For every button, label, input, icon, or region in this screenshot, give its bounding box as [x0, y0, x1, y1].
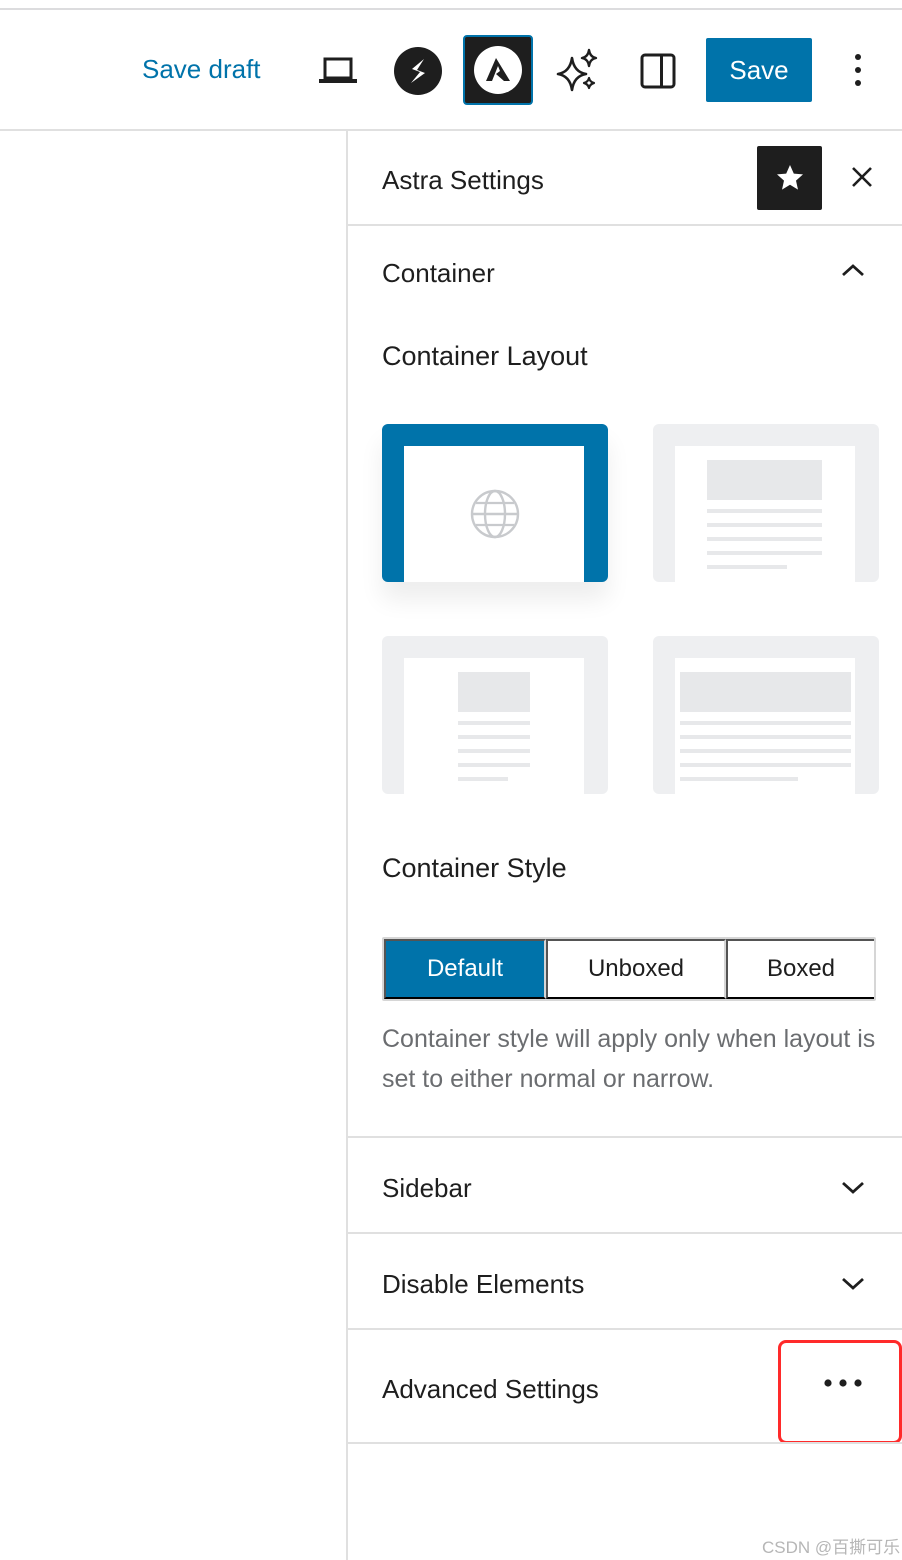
pin-favorite-button[interactable] — [757, 146, 822, 210]
spectra-button[interactable] — [385, 38, 451, 104]
astra-settings-panel: Astra Settings Container Container Layou… — [346, 131, 902, 1560]
spectra-icon — [394, 47, 442, 95]
layout-preview-block — [458, 672, 530, 712]
chevron-down-icon — [838, 1173, 868, 1203]
container-style-selector: Default Unboxed Boxed — [382, 937, 876, 1001]
editor-root: Save draft Save Astra Settings Container… — [0, 0, 902, 1560]
layout-preview-line — [680, 763, 851, 767]
laptop-preview-icon — [319, 57, 357, 83]
editor-toolbar: Save draft Save — [0, 10, 902, 131]
layout-option-default[interactable] — [382, 424, 608, 582]
layout-preview-line — [458, 721, 530, 725]
layout-preview-line — [680, 777, 798, 781]
save-button[interactable]: Save — [706, 38, 812, 102]
close-icon — [852, 167, 872, 187]
sidebar-section-title: Sidebar — [382, 1173, 472, 1203]
layout-preview-block — [707, 460, 822, 500]
disable-elements-section-toggle[interactable]: Disable Elements — [348, 1234, 902, 1324]
advanced-settings-menu-button[interactable] — [818, 1366, 868, 1400]
sidebar-section-toggle[interactable]: Sidebar — [348, 1138, 902, 1228]
container-style-help-text: Container style will apply only when lay… — [382, 1025, 876, 1093]
layout-preview-line — [707, 551, 822, 555]
section-divider — [348, 1442, 902, 1444]
disable-elements-section-title: Disable Elements — [382, 1269, 585, 1299]
layout-option-narrow[interactable] — [382, 636, 608, 794]
preview-button[interactable] — [305, 38, 371, 104]
sparkle-icon — [556, 48, 598, 92]
star-icon — [776, 165, 803, 190]
sidebar-toggle-icon — [640, 53, 676, 89]
layout-preview-block — [680, 672, 851, 712]
layout-preview-line — [707, 523, 822, 527]
watermark: CSDN @百撕可乐 — [762, 1538, 901, 1557]
layout-preview-line — [458, 777, 508, 781]
advanced-settings-title: Advanced Settings — [382, 1374, 599, 1404]
container-style-title: Container Style — [382, 853, 567, 883]
astra-icon — [474, 46, 522, 94]
options-menu-button[interactable] — [835, 38, 881, 102]
layout-preview-line — [458, 763, 530, 767]
layout-preview-line — [680, 735, 851, 739]
style-unboxed-button[interactable]: Unboxed — [546, 939, 726, 999]
more-horizontal-icon — [824, 1379, 862, 1387]
save-draft-button[interactable]: Save draft — [142, 54, 261, 85]
layout-option-full-width[interactable] — [653, 636, 879, 794]
settings-sidebar-toggle[interactable] — [625, 38, 691, 104]
layout-preview-line — [707, 565, 787, 569]
container-section-toggle[interactable]: Container — [348, 228, 902, 318]
ai-assistant-button[interactable] — [545, 38, 611, 104]
style-default-button[interactable]: Default — [384, 939, 546, 999]
layout-preview-line — [458, 749, 530, 753]
chevron-up-icon — [838, 255, 868, 285]
chevron-down-icon — [838, 1269, 868, 1299]
astra-settings-button[interactable] — [463, 35, 533, 105]
layout-preview-line — [458, 735, 530, 739]
layout-preview-line — [680, 721, 851, 725]
layout-preview-line — [680, 749, 851, 753]
layout-preview-line — [707, 509, 822, 513]
container-layout-title: Container Layout — [382, 341, 588, 371]
container-section-title: Container — [382, 258, 495, 288]
panel-header: Astra Settings — [348, 131, 902, 226]
globe-icon — [470, 489, 520, 539]
panel-title: Astra Settings — [382, 165, 544, 195]
more-vertical-icon — [855, 54, 861, 86]
style-boxed-button[interactable]: Boxed — [726, 939, 874, 999]
layout-preview-line — [707, 537, 822, 541]
close-panel-button[interactable] — [842, 157, 882, 197]
layout-option-normal[interactable] — [653, 424, 879, 582]
